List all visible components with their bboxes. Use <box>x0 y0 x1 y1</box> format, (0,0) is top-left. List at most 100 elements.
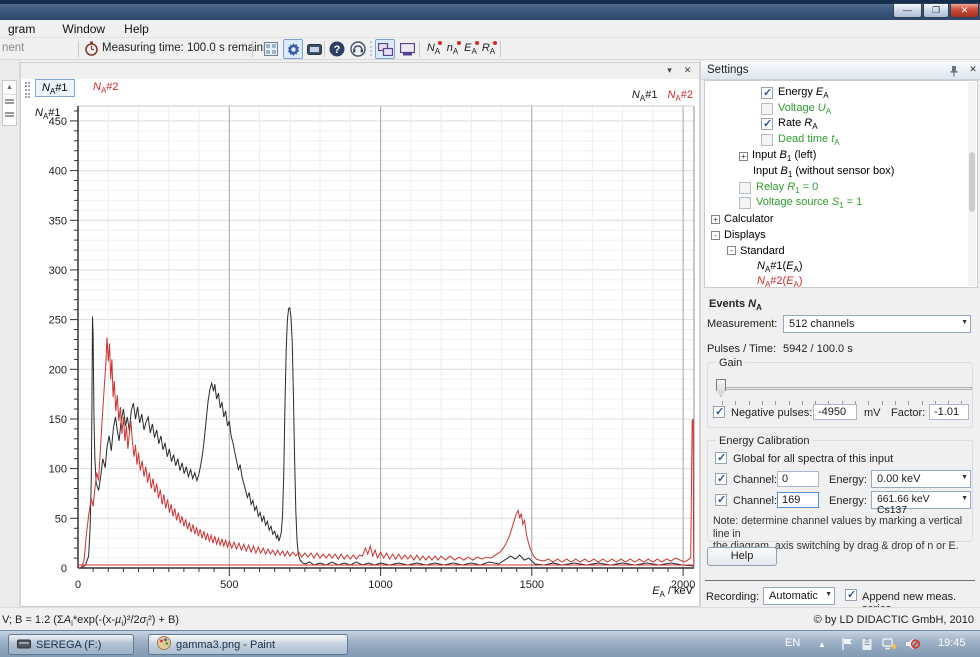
settings-header: Settings ✕ <box>701 62 980 80</box>
settings-tree: Energy EAVoltage UARate RADead time tA+I… <box>704 80 978 288</box>
svg-text:350: 350 <box>49 215 67 227</box>
tree-item[interactable]: Relay R1 = 0 <box>705 180 977 196</box>
layout-icon[interactable] <box>261 39 281 59</box>
display-icon[interactable] <box>304 39 324 59</box>
title-bar: — ❐ ✕ <box>0 0 980 20</box>
tree-item-label: Energy EA <box>778 86 829 100</box>
tray-hidden-icons[interactable]: ▲ <box>818 640 826 649</box>
help-button[interactable]: Help <box>707 547 777 566</box>
tree-item[interactable]: -Displays <box>705 227 977 243</box>
tree-item[interactable]: Voltage source S1 = 1 <box>705 196 977 212</box>
tree-checkbox[interactable] <box>761 103 773 115</box>
chart-panel: ▾ ✕ NA#1 NA#2 NA#1NA#2 NA#1 050010001500… <box>20 62 700 607</box>
tree-item[interactable]: Voltage UA <box>705 101 977 117</box>
quantity-na-small-button[interactable]: nA <box>443 40 462 58</box>
series-NA#1 <box>78 308 694 568</box>
tree-item[interactable]: Rate RA <box>705 117 977 133</box>
factor-input[interactable]: -1.01 <box>929 404 969 420</box>
grip-icon[interactable] <box>5 99 14 117</box>
tray-flag-icon[interactable] <box>840 637 854 651</box>
module-b-icon[interactable] <box>397 39 417 59</box>
tree-checkbox[interactable] <box>761 118 773 130</box>
append-checkbox[interactable] <box>845 589 857 601</box>
tree-item[interactable]: -Standard <box>705 243 977 259</box>
comment-input[interactable]: nent <box>2 42 24 54</box>
channel1-checkbox[interactable] <box>715 473 727 485</box>
gain-slider-track[interactable] <box>720 387 972 390</box>
help-icon[interactable]: ? <box>327 39 347 59</box>
minimize-button[interactable]: — <box>893 3 922 18</box>
gain-slider-thumb[interactable] <box>716 379 726 397</box>
svg-text:300: 300 <box>49 265 67 277</box>
energy2-select[interactable]: 661.66 keV Cs137 <box>871 491 971 509</box>
tree-expander-icon[interactable]: - <box>711 231 720 240</box>
negative-pulses-checkbox[interactable] <box>713 406 725 418</box>
tree-item-label: NA#1(EA) <box>757 260 803 274</box>
svg-text:100: 100 <box>49 464 67 476</box>
negative-pulses-input[interactable]: -4950 <box>813 404 857 420</box>
tree-checkbox[interactable] <box>761 134 773 146</box>
channel2-checkbox[interactable] <box>715 494 727 506</box>
quantity-na-button[interactable]: NA <box>424 40 443 58</box>
events-heading: Events NA <box>709 298 762 312</box>
energy2-label: Energy: <box>829 495 867 507</box>
copyright: © by LD DIDACTIC GmbH, 2010 <box>814 614 974 626</box>
tree-item[interactable]: Energy EA <box>705 85 977 101</box>
menu-item-diagram[interactable]: gram <box>0 20 43 38</box>
recording-select[interactable]: Automatic <box>763 587 835 605</box>
tree-item[interactable]: Input B1 (without sensor box) <box>705 164 977 180</box>
menu-item-window[interactable]: Window <box>54 20 113 38</box>
restore-button[interactable]: ❐ <box>923 3 949 18</box>
svg-text:0: 0 <box>61 563 67 575</box>
tree-item[interactable]: +Input B1 (left) <box>705 148 977 164</box>
quantity-ra-button[interactable]: RA <box>479 40 498 58</box>
channel2-input[interactable]: 169 <box>777 492 819 508</box>
tree-checkbox[interactable] <box>761 87 773 99</box>
svg-text:450: 450 <box>49 116 67 128</box>
tray-clipboard-icon[interactable] <box>860 637 874 651</box>
tray-speaker-muted-icon[interactable] <box>905 637 919 651</box>
energy1-select[interactable]: 0.00 keV <box>871 470 971 488</box>
svg-text:150: 150 <box>49 414 67 426</box>
quantity-ea-button[interactable]: EA <box>461 40 480 58</box>
settings-gear-icon[interactable] <box>283 39 303 59</box>
scroll-up-icon[interactable]: ▲ <box>3 81 16 95</box>
tree-checkbox[interactable] <box>739 197 751 209</box>
x-axis-title[interactable]: EA / keV <box>652 585 693 599</box>
spectrum-plot[interactable]: 0500100015002000050100150200250300350400… <box>21 63 699 606</box>
tree-item[interactable]: Dead time tA <box>705 132 977 148</box>
status-bar: V; B = 1.2 (ΣAi*exp(-(x-µi)²/2σi²) + B) … <box>0 607 980 630</box>
global-checkbox[interactable] <box>715 452 727 464</box>
support-icon[interactable] <box>348 39 368 59</box>
channel2-label: Channel: <box>733 495 777 507</box>
pin-icon[interactable] <box>947 65 959 77</box>
settings-close-icon[interactable]: ✕ <box>967 64 979 77</box>
tree-expander-icon[interactable]: + <box>739 152 748 161</box>
svg-text:1500: 1500 <box>520 579 544 591</box>
tray-clock[interactable]: 19:45 <box>938 637 966 649</box>
paint-icon <box>157 636 171 653</box>
taskbar-button-paint[interactable]: gamma3.png - Paint <box>148 634 348 655</box>
tray-language[interactable]: EN <box>785 637 800 649</box>
tree-item[interactable]: NA#1(EA) <box>705 259 977 275</box>
toolbar-grip <box>370 41 372 56</box>
menu-bar: gram Window Help <box>0 20 980 38</box>
tree-expander-icon[interactable]: - <box>727 246 736 255</box>
tree-item-label: Displays <box>724 229 766 241</box>
tree-item[interactable]: +Calculator <box>705 211 977 227</box>
tree-item[interactable]: NA#2(EA) <box>705 275 977 288</box>
tray-network-icon[interactable] <box>882 637 896 651</box>
negative-pulses-label: Negative pulses: <box>731 407 812 419</box>
measurement-select[interactable]: 512 channels <box>783 315 971 333</box>
module-a-icon[interactable] <box>375 39 395 59</box>
close-button[interactable]: ✕ <box>950 3 979 18</box>
taskbar-button-serega[interactable]: SEREGA (F:) <box>8 634 134 655</box>
energy-calibration-label: Energy Calibration <box>716 435 813 447</box>
left-scrollbar[interactable]: ▲ <box>2 80 17 126</box>
tree-checkbox[interactable] <box>739 182 751 194</box>
tree-item-label: Dead time tA <box>778 133 840 147</box>
menu-item-help[interactable]: Help <box>116 20 157 38</box>
channel1-input[interactable]: 0 <box>777 471 819 487</box>
tree-expander-icon[interactable]: + <box>711 215 720 224</box>
settings-title: Settings <box>707 64 749 76</box>
